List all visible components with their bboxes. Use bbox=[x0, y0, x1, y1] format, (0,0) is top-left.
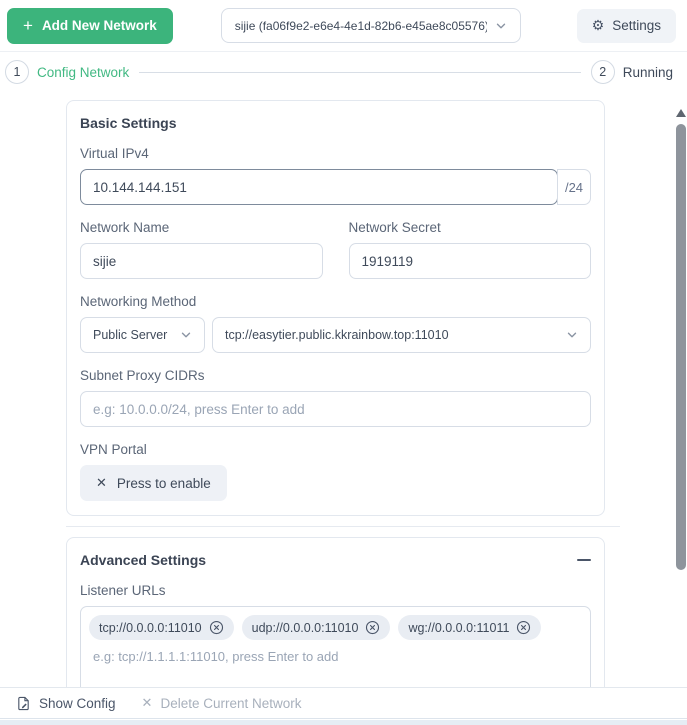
basic-settings-title: Basic Settings bbox=[80, 115, 177, 131]
x-icon: ✕ bbox=[141, 695, 153, 711]
show-config-label: Show Config bbox=[39, 695, 116, 711]
network-secret-label: Network Secret bbox=[348, 220, 441, 235]
easytier-config-page: { "colors": { "accent_green": "#3cb47c",… bbox=[0, 0, 687, 725]
plus-icon: + bbox=[23, 16, 33, 35]
wizard-steps: 1 Config Network 2 Running bbox=[0, 52, 687, 92]
public-server-dropdown[interactable]: tcp://easytier.public.kkrainbow.top:1101… bbox=[212, 317, 591, 353]
listener-chips-row: tcp://0.0.0.0:11010 udp://0.0.0.0:11010 … bbox=[89, 615, 582, 640]
scrollbar[interactable] bbox=[675, 106, 687, 687]
basic-settings-card: Basic Settings Virtual IPv4 /24 Network … bbox=[66, 100, 605, 516]
delete-network-label: Delete Current Network bbox=[160, 695, 302, 711]
network-selector-dropdown[interactable]: sijie (fa06f9e2-e6e4-4e1d-82b6-e45ae8c05… bbox=[220, 8, 521, 43]
public-server-value: tcp://easytier.public.kkrainbow.top:1101… bbox=[225, 328, 449, 342]
advanced-settings-card: Advanced Settings Listener URLs tcp://0.… bbox=[66, 537, 605, 687]
chip-remove-icon[interactable] bbox=[516, 620, 531, 635]
vpn-portal-button-label: Press to enable bbox=[116, 475, 211, 491]
chevron-down-icon bbox=[567, 332, 577, 338]
x-icon: ✕ bbox=[96, 475, 107, 491]
listener-url-chip: wg://0.0.0.0:11011 bbox=[398, 615, 542, 640]
chevron-down-icon bbox=[181, 332, 191, 338]
listener-url-chip: tcp://0.0.0.0:11010 bbox=[89, 615, 234, 640]
listener-urls-label: Listener URLs bbox=[80, 583, 166, 598]
networking-method-dropdown[interactable]: Public Server bbox=[80, 317, 205, 353]
network-secret-input[interactable] bbox=[348, 243, 591, 279]
networking-method-label: Networking Method bbox=[80, 294, 197, 309]
network-name-input[interactable] bbox=[80, 243, 323, 279]
add-new-network-label: Add New Network bbox=[41, 18, 157, 33]
cards-divider bbox=[66, 526, 620, 527]
ipv4-prefix-addon: /24 bbox=[557, 169, 591, 205]
step-1-label: Config Network bbox=[37, 64, 130, 80]
network-name-label: Network Name bbox=[80, 220, 170, 235]
listener-url-input[interactable] bbox=[89, 649, 582, 664]
listener-url-text: wg://0.0.0.0:11011 bbox=[408, 620, 510, 635]
footer-toolbar: Show Config ✕ Delete Current Network bbox=[0, 687, 687, 719]
bottom-strip bbox=[0, 720, 687, 725]
step-2-label: Running bbox=[622, 64, 673, 80]
listener-url-chip: udp://0.0.0.0:11010 bbox=[241, 615, 391, 640]
listener-url-text: udp://0.0.0.0:11010 bbox=[251, 620, 359, 635]
subnet-proxy-label: Subnet Proxy CIDRs bbox=[80, 368, 205, 383]
step-config-network[interactable]: 1 Config Network bbox=[5, 60, 129, 84]
topbar: + Add New Network sijie (fa06f9e2-e6e4-4… bbox=[0, 0, 687, 52]
delete-network-button[interactable]: ✕ Delete Current Network bbox=[142, 696, 302, 711]
vpn-portal-enable-button[interactable]: ✕ Press to enable bbox=[80, 465, 227, 501]
show-config-button[interactable]: Show Config bbox=[16, 696, 116, 711]
advanced-settings-title: Advanced Settings bbox=[80, 552, 207, 568]
networking-method-value: Public Server bbox=[93, 328, 168, 342]
step-running[interactable]: 2 Running bbox=[590, 60, 673, 84]
scrollbar-thumb[interactable] bbox=[676, 124, 686, 570]
scroll-up-arrow-icon[interactable] bbox=[676, 109, 686, 117]
show-config-icon bbox=[18, 696, 29, 710]
step-2-circle: 2 bbox=[590, 60, 615, 84]
settings-button[interactable]: ⚙ Settings bbox=[576, 8, 676, 43]
listener-urls-input-box[interactable]: tcp://0.0.0.0:11010 udp://0.0.0.0:11010 … bbox=[80, 606, 591, 687]
collapse-minus-icon[interactable] bbox=[577, 559, 591, 561]
steps-connector-line bbox=[139, 71, 581, 73]
subnet-proxy-input[interactable] bbox=[80, 391, 591, 427]
network-selector-value: sijie (fa06f9e2-e6e4-4e1d-82b6-e45ae8c05… bbox=[234, 18, 487, 33]
listener-url-text: tcp://0.0.0.0:11010 bbox=[99, 620, 202, 635]
virtual-ipv4-label: Virtual IPv4 bbox=[80, 146, 149, 161]
step-1-circle: 1 bbox=[5, 60, 29, 84]
chevron-down-icon bbox=[496, 23, 505, 28]
vpn-portal-label: VPN Portal bbox=[80, 442, 147, 457]
chip-remove-icon[interactable] bbox=[365, 620, 380, 635]
chip-remove-icon[interactable] bbox=[209, 620, 224, 635]
gear-icon: ⚙ bbox=[591, 17, 605, 34]
scroll-content: 1 Config Network 2 Running Basic Setting… bbox=[0, 52, 687, 687]
virtual-ipv4-input[interactable] bbox=[80, 169, 558, 205]
add-new-network-button[interactable]: + Add New Network bbox=[7, 7, 173, 44]
settings-label: Settings bbox=[612, 18, 661, 33]
